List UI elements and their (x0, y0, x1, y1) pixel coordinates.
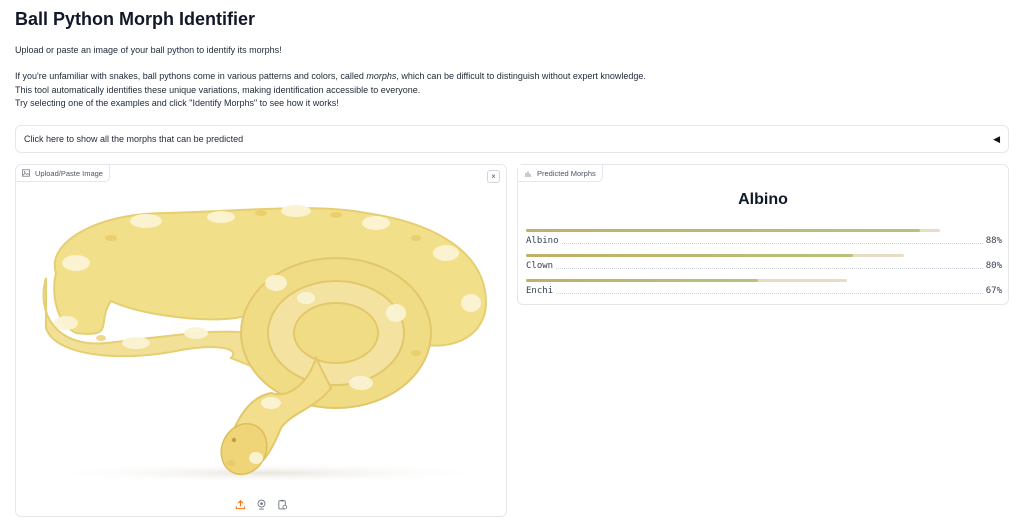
upload-label: Upload/Paste Image (16, 165, 110, 182)
description: If you're unfamiliar with snakes, ball p… (15, 70, 646, 111)
intro-text: Upload or paste an image of your ball py… (15, 45, 282, 55)
webcam-icon[interactable] (255, 498, 268, 511)
confidence-item: Enchi 67% (526, 279, 1002, 296)
confidence-value: 80% (985, 261, 1002, 271)
ball-python-illustration (36, 205, 496, 483)
accordion-label: Click here to show all the morphs that c… (24, 134, 244, 144)
dotted-leader (556, 293, 983, 294)
description-line-3: Try selecting one of the examples and cl… (15, 98, 339, 108)
confidence-bar-track (526, 254, 905, 257)
confidence-bar-fill (526, 229, 920, 232)
confidence-bar-track (526, 229, 941, 232)
confidence-label: Clown (526, 261, 554, 271)
confidence-bar-fill (526, 279, 759, 282)
page-title: Ball Python Morph Identifier (15, 9, 256, 29)
clear-image-button[interactable]: × (487, 170, 500, 183)
image-icon (22, 169, 30, 177)
snake-image (16, 183, 506, 491)
description-line-1: If you're unfamiliar with snakes, ball p… (15, 71, 646, 81)
image-upload-panel[interactable]: Upload/Paste Image × (15, 164, 507, 517)
accordion-arrow-icon[interactable]: ◀ (993, 134, 1000, 145)
bar-chart-icon (524, 171, 532, 177)
confidence-item: Clown 80% (526, 254, 1002, 271)
upload-label-text: Upload/Paste Image (35, 168, 103, 178)
confidence-label: Enchi (526, 286, 554, 296)
upload-icon[interactable] (234, 498, 247, 511)
confidence-value: 88% (985, 236, 1002, 246)
confidence-value: 67% (985, 286, 1002, 296)
dotted-leader (561, 243, 983, 244)
confidence-bar-track (526, 279, 848, 282)
morphs-accordion[interactable]: Click here to show all the morphs that c… (15, 125, 1009, 153)
prediction-label-text: Predicted Morphs (537, 168, 596, 178)
confidence-label: Albino (526, 236, 559, 246)
prediction-label: Predicted Morphs (518, 165, 603, 182)
top-prediction: Albino (738, 191, 788, 208)
clipboard-icon[interactable] (276, 498, 289, 511)
dotted-leader (556, 268, 983, 269)
description-line-2: This tool automatically identifies these… (15, 84, 421, 95)
confidence-item: Albino 88% (526, 229, 1002, 246)
image-source-toolbar (16, 491, 506, 516)
confidence-bar-fill (526, 254, 853, 257)
predicted-morphs-panel: Predicted Morphs Albino Albino 88% Clown… (517, 164, 1009, 305)
